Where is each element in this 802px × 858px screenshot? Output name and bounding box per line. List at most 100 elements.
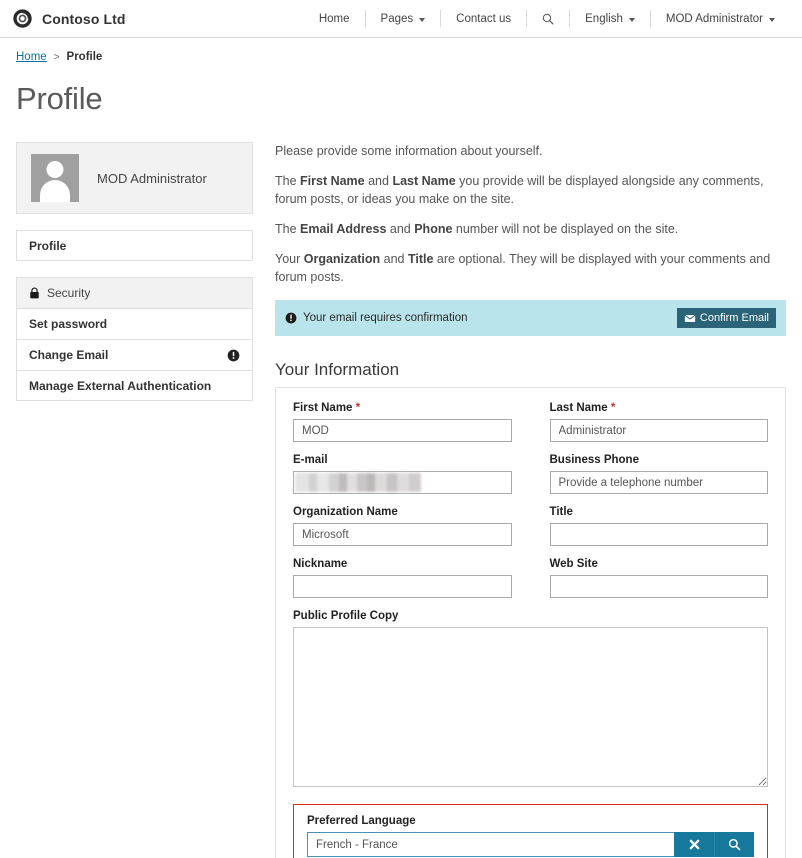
last-name-label: Last Name * bbox=[550, 402, 769, 414]
last-name-label-text: Last Name bbox=[549, 402, 608, 414]
intro-paragraph-2: The First Name and Last Name you provide… bbox=[275, 172, 786, 208]
sidebar-item-set-password-label: Set password bbox=[29, 317, 108, 331]
breadcrumb: Home > Profile bbox=[0, 38, 802, 63]
field-nickname: Nickname bbox=[293, 558, 512, 598]
email-input-wrap bbox=[293, 471, 512, 494]
intro-text: Please provide some information about yo… bbox=[275, 142, 786, 286]
brand-label: Contoso Ltd bbox=[42, 10, 126, 27]
nav-item-home-label: Home bbox=[318, 12, 350, 25]
field-public-profile-copy: Public Profile Copy bbox=[293, 610, 768, 792]
title-label: Title bbox=[549, 506, 573, 518]
sidebar-item-change-email-label: Change Email bbox=[29, 348, 109, 362]
nav-item-mod-administrator-label: MOD Administrator bbox=[665, 12, 763, 25]
nickname-label: Nickname bbox=[293, 558, 348, 570]
preferred-language-highlight-box: Preferred Language bbox=[293, 804, 768, 858]
required-marker: * bbox=[610, 402, 616, 414]
brand-link[interactable]: Contoso Ltd bbox=[12, 8, 126, 29]
breadcrumb-current: Profile bbox=[66, 51, 103, 63]
info-icon bbox=[227, 349, 240, 362]
nav-item-search[interactable] bbox=[527, 13, 569, 25]
email-label: E-mail bbox=[293, 454, 328, 466]
required-marker: * bbox=[355, 402, 361, 414]
chevron-down-icon bbox=[628, 17, 635, 22]
confirm-email-button[interactable]: Confirm Email bbox=[676, 308, 776, 328]
sidebar-item-manage-external-authentication[interactable]: Manage External Authentication bbox=[16, 370, 253, 401]
x-icon bbox=[688, 838, 701, 851]
sidebar-item-change-email[interactable]: Change Email bbox=[16, 339, 253, 370]
field-web-site: Web Site bbox=[549, 558, 768, 598]
form-row-public-copy: Public Profile Copy bbox=[293, 610, 768, 792]
intro-p3-part-c: and bbox=[386, 222, 415, 236]
profile-card-name: MOD Administrator bbox=[97, 170, 207, 186]
navbar-menu: Home Pages Contact us English MOD Admini… bbox=[304, 0, 790, 37]
intro-p4-title: Title bbox=[407, 252, 434, 266]
confirm-email-button-label: Confirm Email bbox=[699, 312, 769, 324]
organization-name-input[interactable] bbox=[293, 523, 512, 546]
form-row-names: First Name * Last Name * bbox=[293, 402, 768, 442]
nav-item-home[interactable]: Home bbox=[304, 0, 365, 38]
main-content: Please provide some information about yo… bbox=[275, 142, 786, 858]
intro-p3-email-address: Email Address bbox=[300, 222, 387, 236]
public-profile-copy-textarea[interactable] bbox=[293, 627, 768, 787]
nav-item-mod-administrator[interactable]: MOD Administrator bbox=[651, 0, 790, 38]
breadcrumb-separator: > bbox=[53, 51, 60, 63]
contoso-ring-logo-icon bbox=[12, 8, 33, 29]
alert-message: Your email requires confirmation bbox=[303, 312, 468, 324]
exclamation-circle-icon bbox=[285, 312, 297, 324]
last-name-input[interactable] bbox=[549, 419, 768, 442]
preferred-language-label: Preferred Language bbox=[307, 815, 416, 827]
top-navbar: Contoso Ltd Home Pages Contact us Englis… bbox=[0, 0, 802, 38]
nickname-input[interactable] bbox=[293, 575, 512, 598]
intro-p3-phone: Phone bbox=[414, 222, 453, 236]
profile-card: MOD Administrator bbox=[16, 142, 253, 214]
first-name-label-text: First Name bbox=[293, 402, 353, 414]
nav-item-english[interactable]: English bbox=[570, 0, 650, 38]
first-name-label: First Name * bbox=[293, 402, 512, 414]
page-title: Profile bbox=[16, 81, 103, 116]
sidebar-profile-list: Profile bbox=[16, 230, 253, 261]
sidebar-item-set-password[interactable]: Set password bbox=[16, 308, 253, 339]
sidebar-security-list: Security Set password Change Email Manag… bbox=[16, 277, 253, 401]
intro-p4-organization: Organization bbox=[303, 252, 381, 266]
chevron-down-icon bbox=[419, 17, 426, 22]
sidebar-item-manage-external-authentication-label: Manage External Authentication bbox=[29, 378, 212, 393]
intro-p2-part-a: The bbox=[275, 174, 301, 188]
intro-p2-part-c: and bbox=[364, 174, 393, 188]
sidebar-header-security: Security bbox=[16, 277, 253, 308]
search-icon bbox=[542, 13, 554, 25]
business-phone-input[interactable] bbox=[549, 471, 768, 494]
public-profile-copy-label: Public Profile Copy bbox=[293, 610, 399, 622]
sidebar: MOD Administrator Profile Security Set p… bbox=[16, 142, 253, 401]
user-avatar-icon bbox=[31, 154, 79, 202]
nav-item-contact-us[interactable]: Contact us bbox=[441, 0, 526, 38]
nav-item-contact-us-label: Contact us bbox=[456, 12, 512, 25]
nav-item-pages-label: Pages bbox=[380, 12, 414, 25]
email-confirmation-alert: Your email requires confirmation Confirm… bbox=[275, 300, 786, 336]
field-last-name: Last Name * bbox=[549, 402, 769, 442]
intro-p3-part-d: number will not be displayed on the site… bbox=[452, 222, 679, 236]
preferred-language-search-button[interactable] bbox=[714, 832, 754, 857]
sidebar-item-profile-label: Profile bbox=[29, 238, 67, 253]
chevron-down-icon bbox=[769, 17, 775, 22]
email-input[interactable] bbox=[293, 471, 512, 494]
preferred-language-lookup bbox=[307, 832, 754, 857]
business-phone-label: Business Phone bbox=[549, 454, 639, 466]
intro-p4-part-c: and bbox=[380, 252, 408, 266]
alert-message-wrap: Your email requires confirmation bbox=[285, 312, 468, 324]
title-input[interactable] bbox=[549, 523, 768, 546]
preferred-language-input[interactable] bbox=[307, 832, 674, 857]
web-site-input[interactable] bbox=[549, 575, 768, 598]
first-name-input[interactable] bbox=[293, 419, 512, 442]
field-first-name: First Name * bbox=[293, 402, 512, 442]
intro-p4-part-a: Your bbox=[275, 252, 304, 266]
preferred-language-clear-button[interactable] bbox=[674, 832, 714, 857]
breadcrumb-home-link[interactable]: Home bbox=[16, 51, 47, 63]
profile-form-panel: First Name * Last Name * E-mail bbox=[275, 388, 786, 858]
field-email: E-mail bbox=[293, 454, 512, 494]
sidebar-item-profile[interactable]: Profile bbox=[16, 230, 253, 261]
nav-item-pages[interactable]: Pages bbox=[366, 0, 441, 38]
field-title: Title bbox=[549, 506, 768, 546]
intro-p2-last-name: Last Name bbox=[392, 174, 456, 188]
intro-paragraph-4: Your Organization and Title are optional… bbox=[275, 250, 786, 286]
page-layout: MOD Administrator Profile Security Set p… bbox=[0, 117, 802, 858]
